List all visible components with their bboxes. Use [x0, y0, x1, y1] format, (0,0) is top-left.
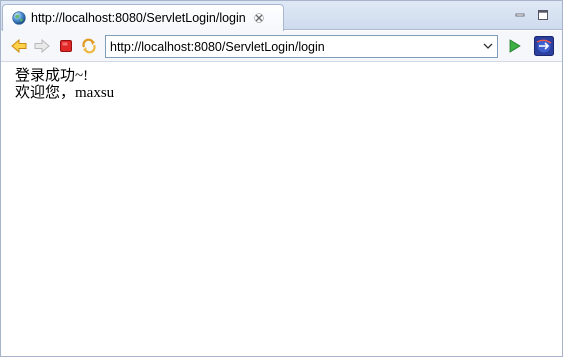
url-combobox[interactable]	[105, 35, 498, 58]
refresh-icon[interactable]	[81, 38, 97, 54]
back-arrow-icon[interactable]	[11, 38, 27, 54]
forward-arrow-icon[interactable]	[34, 38, 50, 54]
tab-title: http://localhost:8080/ServletLogin/login	[31, 11, 246, 25]
login-success-message: 登录成功~!	[15, 68, 89, 84]
chevron-down-icon[interactable]	[483, 43, 493, 50]
external-browser-icon[interactable]	[534, 36, 554, 56]
close-icon[interactable]	[254, 13, 264, 23]
minimize-icon[interactable]	[514, 9, 526, 21]
globe-icon	[12, 11, 26, 25]
navigation-toolbar	[1, 31, 562, 62]
browser-tab[interactable]: http://localhost:8080/ServletLogin/login	[2, 4, 284, 31]
tab-strip: http://localhost:8080/ServletLogin/login	[1, 1, 562, 31]
browser-window: http://localhost:8080/ServletLogin/login	[0, 0, 563, 357]
go-play-icon[interactable]	[506, 38, 522, 54]
url-input[interactable]	[106, 36, 476, 57]
stop-icon[interactable]	[58, 38, 74, 54]
page-content: 登录成功~! 欢迎您，maxsu	[1, 63, 562, 356]
welcome-message: 欢迎您，maxsu	[15, 85, 115, 101]
maximize-icon[interactable]	[537, 9, 549, 21]
